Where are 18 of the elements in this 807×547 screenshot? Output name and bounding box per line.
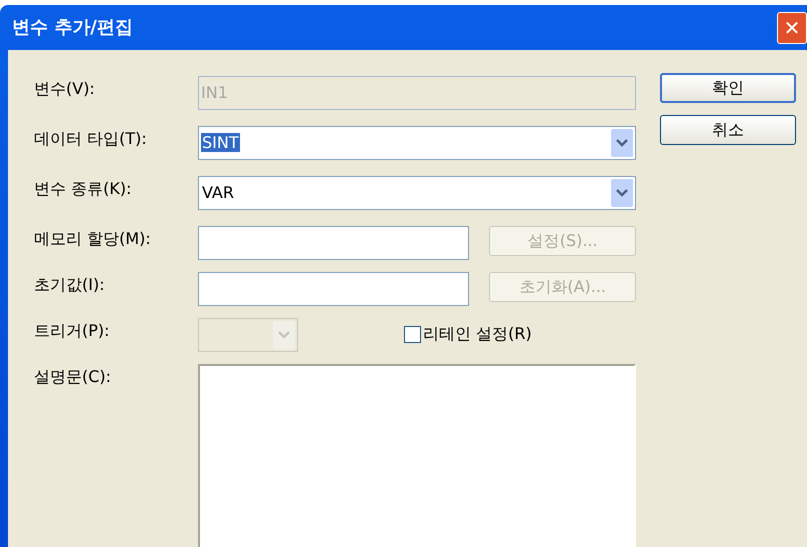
field-label: 설명문(C): [34, 366, 112, 388]
text-field[interactable] [198, 272, 470, 306]
checkbox-label: 리테인 설정(R) [423, 323, 532, 345]
field-label: 변수 종류(K): [34, 178, 132, 200]
field-label: 데이터 타입(T): [34, 128, 148, 150]
dialog-button[interactable]: 확인 [660, 73, 796, 103]
field-label: 트리거(P): [34, 320, 111, 342]
dropdown[interactable]: SINT [198, 126, 636, 160]
window-title: 변수 추가/편집 [12, 16, 134, 40]
field-label: 변수(V): [34, 78, 96, 100]
field-label: 초기값(I): [34, 274, 106, 296]
text-field[interactable] [198, 226, 470, 260]
dropdown-value: VAR [201, 183, 235, 202]
close-button[interactable]: ✕ [777, 12, 807, 44]
field-label: 메모리 할당(M): [34, 228, 152, 250]
dropdown-value: SINT [201, 133, 240, 152]
dialog-button[interactable]: 취소 [660, 115, 796, 145]
dropdown[interactable]: VAR [198, 176, 636, 210]
